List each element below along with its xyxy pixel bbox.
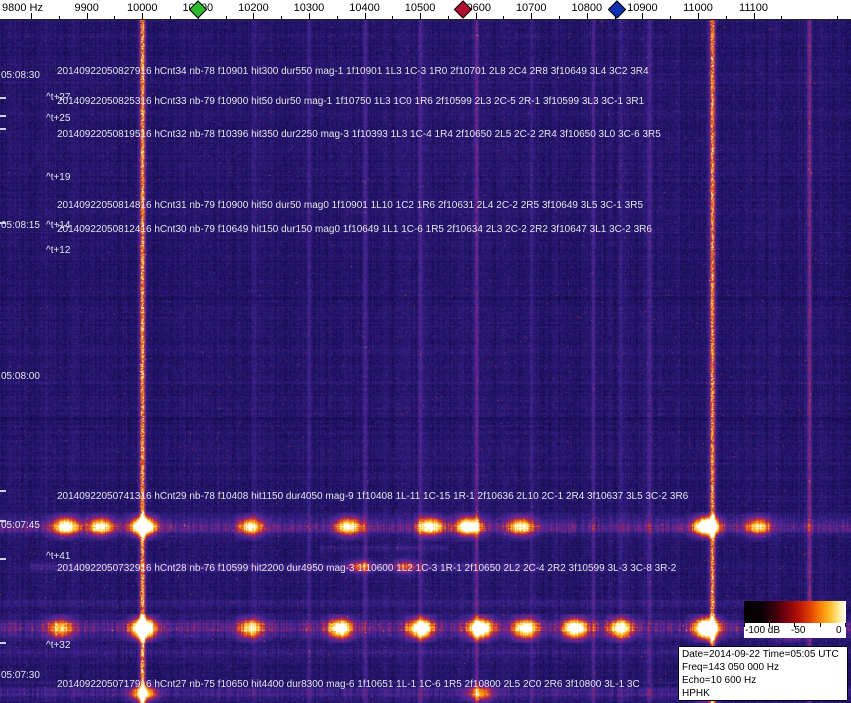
freq-tick-minor — [837, 16, 838, 19]
db-scale-tick — [744, 623, 745, 627]
marker-diamond-blue[interactable] — [607, 0, 627, 19]
freq-tick-minor — [503, 16, 504, 19]
freq-tick — [31, 13, 32, 19]
freq-tick — [642, 13, 643, 19]
info-line-echo: Echo=10 600 Hz — [682, 675, 757, 686]
freq-tick — [309, 13, 310, 19]
info-box: Date=2014-09-22 Time=05:05 UTC Freq=143 … — [678, 646, 848, 701]
freq-tick-minor — [226, 16, 227, 19]
freq-tick — [587, 13, 588, 19]
db-scale-tick — [845, 623, 846, 627]
freq-tick-minor — [670, 16, 671, 19]
waterfall-canvas[interactable] — [0, 20, 851, 703]
db-gradient-bar — [744, 601, 846, 623]
freq-tick — [531, 13, 532, 19]
freq-tick — [420, 13, 421, 19]
freq-tick — [142, 13, 143, 19]
db-scale-legend: -100 dB -50 0 — [744, 601, 846, 638]
freq-tick-minor — [448, 16, 449, 19]
db-scale-labels: -100 dB -50 0 — [744, 623, 846, 638]
freq-tick-minor — [59, 16, 60, 19]
info-line-station: HPHK — [682, 688, 710, 699]
freq-tick — [253, 13, 254, 19]
freq-tick — [698, 13, 699, 19]
freq-tick-minor — [170, 16, 171, 19]
db-scale-tick — [794, 623, 795, 627]
db-scale-tick — [769, 623, 770, 627]
freq-tick-minor — [392, 16, 393, 19]
freq-tick — [754, 13, 755, 19]
freq-tick-label: 9800 Hz — [2, 2, 43, 14]
freq-tick — [87, 13, 88, 19]
spectrogram-window: 9800 Hz990010000101001020010300104001050… — [0, 0, 851, 703]
db-scale-tick — [820, 623, 821, 627]
frequency-axis: 9800 Hz990010000101001020010300104001050… — [0, 0, 851, 20]
info-line-freq: Freq=143 050 000 Hz — [682, 662, 780, 673]
freq-tick-minor — [781, 16, 782, 19]
info-line-date: Date=2014-09-22 Time=05:05 UTC — [682, 649, 839, 660]
freq-tick-minor — [726, 16, 727, 19]
freq-tick-minor — [114, 16, 115, 19]
db-scale-label: -100 dB — [745, 625, 781, 636]
db-scale-label: 0 — [836, 625, 842, 636]
freq-tick-minor — [281, 16, 282, 19]
freq-tick — [476, 13, 477, 19]
freq-tick-minor — [337, 16, 338, 19]
freq-tick — [365, 13, 366, 19]
freq-tick-minor — [559, 16, 560, 19]
